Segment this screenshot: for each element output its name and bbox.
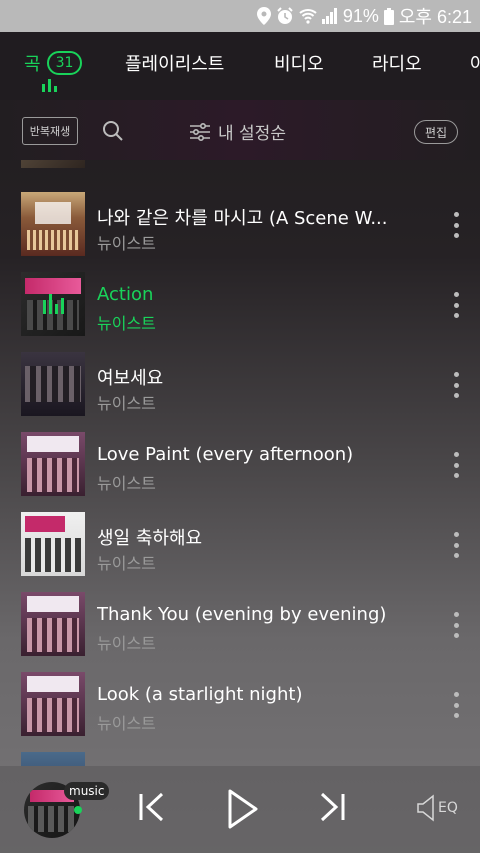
list-item[interactable]: 나와 같은 차를 마시고 (A Scene W... 뉴이스트 — [0, 184, 480, 264]
album-art — [21, 592, 85, 656]
alarm-icon — [277, 7, 293, 24]
album-art — [21, 352, 85, 416]
battery-percent: 91% — [342, 5, 379, 26]
play-icon[interactable] — [226, 788, 260, 830]
equalizer-button[interactable]: EQ — [416, 794, 458, 822]
song-title: 여보세요 — [97, 368, 164, 389]
sliders-icon — [190, 122, 210, 141]
playing-dot-icon — [74, 806, 82, 814]
sort-button[interactable]: 내 설정순 — [190, 119, 286, 144]
song-artist: 뉴이스트 — [97, 714, 156, 733]
album-art — [21, 512, 85, 576]
song-title: 나와 같은 차를 마시고 (A Scene W... — [97, 208, 388, 229]
song-artist: 뉴이스트 — [97, 474, 156, 493]
list-item[interactable]: Thank You (evening by evening) 뉴이스트 — [0, 584, 480, 664]
list-item[interactable]: 생일 축하해요 뉴이스트 — [0, 504, 480, 584]
song-title: 생일 축하해요 — [97, 528, 203, 549]
album-art — [21, 160, 85, 168]
wifi-icon — [299, 9, 317, 24]
song-title: Thank You (evening by evening) — [97, 604, 387, 625]
list-item[interactable]: 여보세요 뉴이스트 — [0, 344, 480, 424]
song-list: 나와 같은 차를 마시고 (A Scene W... 뉴이스트 Action 뉴… — [0, 160, 480, 766]
more-options-icon[interactable] — [450, 212, 462, 238]
tab-videos[interactable]: 비디오 — [274, 50, 324, 76]
next-track-icon[interactable] — [318, 792, 346, 822]
album-art — [21, 272, 85, 336]
equalizer-label: EQ — [438, 800, 458, 816]
song-artist: 뉴이스트 — [97, 314, 156, 333]
tab-radio[interactable]: 라디오 — [372, 50, 422, 76]
battery-icon — [383, 7, 394, 25]
more-options-icon[interactable] — [450, 692, 462, 718]
edit-button[interactable]: 편집 — [414, 120, 458, 144]
album-art — [21, 432, 85, 496]
list-toolbar: 반복재생 내 설정순 편집 — [0, 100, 480, 160]
previous-track-icon[interactable] — [138, 792, 166, 822]
song-artist: 뉴이스트 — [97, 554, 156, 573]
list-item-partial[interactable] — [0, 160, 480, 176]
song-title: Action — [97, 284, 154, 305]
repeat-play-button[interactable]: 반복재생 — [22, 117, 78, 145]
song-artist: 뉴이스트 — [97, 394, 156, 413]
list-item[interactable]: Look (a starlight night) 뉴이스트 — [0, 664, 480, 744]
playing-bars-icon — [43, 294, 64, 314]
song-artist: 뉴이스트 — [97, 634, 156, 653]
tab-songs-count-badge: 31 — [46, 51, 83, 75]
album-art — [21, 752, 85, 766]
song-title: Look (a starlight night) — [97, 684, 303, 705]
status-bar: 91% 오후 6:21 — [0, 0, 480, 32]
edit-label: 편집 — [424, 125, 448, 140]
tab-bar: 곡 31 플레이리스트 비디오 라디오 아 — [0, 32, 480, 100]
album-art — [21, 192, 85, 256]
tab-songs-label: 곡 — [24, 54, 41, 75]
now-playing-indicator-icon — [42, 79, 57, 92]
more-options-icon[interactable] — [450, 612, 462, 638]
song-title: Love Paint (every afternoon) — [97, 444, 354, 465]
tab-more-partial[interactable]: 아 — [470, 50, 480, 76]
more-options-icon[interactable] — [450, 292, 462, 318]
repeat-play-label: 반복재생 — [29, 125, 71, 138]
list-item-now-playing[interactable]: Action 뉴이스트 — [0, 264, 480, 344]
tab-songs[interactable]: 곡 31 — [24, 50, 83, 76]
search-icon[interactable] — [102, 120, 124, 142]
sort-label: 내 설정순 — [218, 124, 286, 144]
list-item-partial[interactable] — [0, 744, 480, 766]
signal-icon — [321, 8, 337, 24]
more-options-icon[interactable] — [450, 372, 462, 398]
album-art — [21, 672, 85, 736]
list-item[interactable]: Love Paint (every afternoon) 뉴이스트 — [0, 424, 480, 504]
song-artist: 뉴이스트 — [97, 234, 156, 253]
clock: 오후 6:21 — [398, 7, 472, 27]
more-options-icon[interactable] — [450, 452, 462, 478]
location-icon — [256, 7, 271, 25]
tab-playlists[interactable]: 플레이리스트 — [125, 50, 224, 76]
speaker-icon — [417, 794, 434, 822]
mini-player: music EQ — [0, 766, 480, 853]
music-source-label: music — [69, 784, 105, 798]
more-options-icon[interactable] — [450, 532, 462, 558]
music-source-tag: music — [64, 782, 110, 800]
